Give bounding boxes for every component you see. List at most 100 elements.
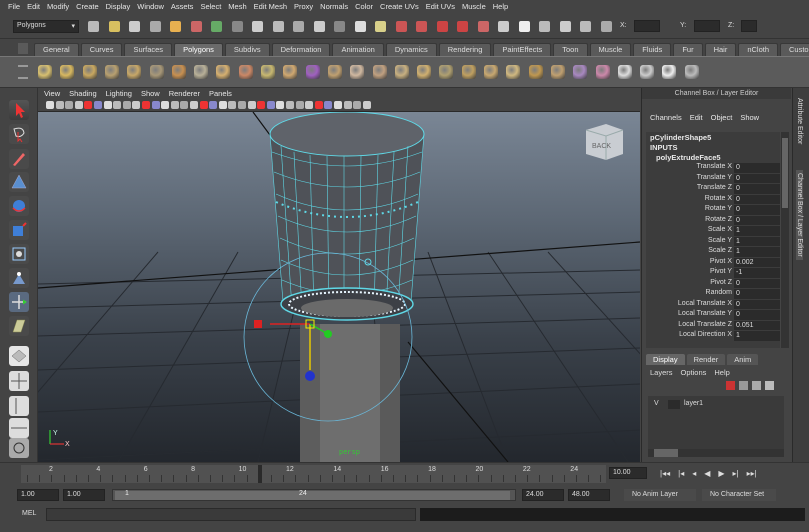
layer-visibility[interactable]: V	[654, 400, 659, 407]
uv-tool-icon[interactable]	[9, 316, 29, 336]
status-tool-icon[interactable]	[518, 21, 530, 32]
channel-row[interactable]: Rotate Y0	[646, 205, 780, 216]
status-tool-icon[interactable]	[272, 21, 284, 32]
manipulator-icon[interactable]	[9, 244, 29, 264]
shelf-tool-icon[interactable]	[350, 65, 365, 79]
viewport-tool-icon[interactable]	[295, 101, 304, 109]
viewport-tool-icon[interactable]	[209, 101, 218, 109]
layer-row[interactable]: V layer1	[648, 400, 784, 411]
menu-item[interactable]: Proxy	[294, 2, 313, 11]
shelf-tab[interactable]: General	[34, 43, 79, 56]
channel-menu-item[interactable]: Object	[711, 113, 733, 122]
viewport-tool-icon[interactable]	[151, 101, 160, 109]
viewport-tool-icon[interactable]	[324, 101, 333, 109]
status-tool-icon[interactable]	[498, 21, 509, 32]
layer-menu-item[interactable]: Layers	[650, 368, 673, 377]
shelf-tool-icon[interactable]	[171, 65, 186, 79]
channel-row[interactable]: Pivot Y -1	[646, 268, 780, 279]
shelf-tool-icon[interactable]	[640, 65, 655, 79]
status-tool-icon[interactable]	[395, 21, 407, 32]
channel-row[interactable]: Pivot X 0.002	[646, 257, 780, 269]
menu-item[interactable]: Edit Mesh	[254, 2, 287, 11]
shelf-tool-icon[interactable]	[261, 65, 275, 79]
channel-row[interactable]: Translate Z0	[646, 184, 780, 195]
channel-row[interactable]: Rotate Z0	[646, 215, 780, 227]
status-tool-icon[interactable]	[252, 21, 263, 32]
range-bar[interactable]: 1 24	[112, 489, 516, 501]
shelf-tool-icon[interactable]	[216, 65, 231, 79]
status-tool-icon[interactable]	[313, 21, 325, 32]
viewport-tool-icon[interactable]	[161, 101, 170, 109]
menu-item[interactable]: Window	[137, 2, 164, 11]
viewport-tool-icon[interactable]	[286, 101, 294, 109]
anim-layer-dropdown[interactable]: No Anim Layer	[624, 489, 696, 501]
status-tool-icon[interactable]	[580, 21, 591, 32]
view-cube[interactable]: BACK	[585, 124, 624, 160]
channel-scrollbar[interactable]	[781, 132, 789, 348]
viewport-menu-item[interactable]: Lighting	[106, 89, 132, 98]
shelf-tab[interactable]: Subdivs	[224, 43, 270, 56]
menu-item[interactable]: Select	[200, 2, 221, 11]
menu-item[interactable]: Assets	[171, 2, 194, 11]
shelf-tool-icon[interactable]	[394, 65, 409, 79]
play-forward-icon[interactable]: ▶	[718, 469, 724, 478]
status-tool-icon[interactable]	[88, 21, 99, 32]
shelf-tab[interactable]: Curves	[80, 43, 123, 56]
outliner-icon[interactable]	[9, 438, 29, 458]
status-tool-icon[interactable]	[211, 21, 222, 32]
channel-row[interactable]: Local Translate X0	[646, 299, 780, 311]
shelf-options-icon[interactable]	[18, 65, 28, 79]
layer-scrollbar[interactable]	[648, 449, 784, 457]
viewport-tool-icon[interactable]	[257, 101, 266, 109]
viewport-tool-icon[interactable]	[362, 101, 371, 109]
status-tool-icon[interactable]	[354, 21, 366, 32]
status-tool-icon[interactable]	[334, 21, 345, 32]
channel-value[interactable]: 0	[734, 173, 780, 183]
layer-name[interactable]: layer1	[684, 400, 703, 407]
status-tool-icon[interactable]	[457, 21, 468, 32]
channel-row[interactable]: Pivot Z0	[646, 278, 780, 290]
current-frame-field[interactable]: 10.00	[609, 467, 647, 479]
channel-row[interactable]: Translate Y0	[646, 173, 780, 185]
select-tool-icon[interactable]	[9, 100, 29, 120]
menu-item[interactable]: Help	[493, 2, 508, 11]
y-field[interactable]	[694, 20, 720, 32]
shelf-tab[interactable]: Hair	[704, 43, 737, 56]
status-tool-icon[interactable]	[190, 21, 202, 32]
channel-value[interactable]: 0	[734, 163, 780, 173]
status-tool-icon[interactable]	[149, 21, 161, 32]
anim-end-field[interactable]: 48.00	[568, 489, 610, 501]
go-to-end-icon[interactable]: ▸▸|	[747, 469, 757, 478]
paint-select-icon[interactable]	[9, 149, 29, 169]
status-tool-icon[interactable]	[436, 21, 448, 32]
viewport-menu-item[interactable]: View	[44, 89, 60, 98]
shelf-tab[interactable]: Custom	[780, 43, 809, 56]
viewport-tool-icon[interactable]	[190, 101, 198, 109]
channel-value[interactable]: 0.002	[734, 257, 780, 267]
layout-four-icon[interactable]	[9, 371, 29, 391]
shelf-tool-icon[interactable]	[238, 65, 253, 79]
anim-start-field[interactable]: 1.00	[17, 489, 59, 501]
menu-item[interactable]: Muscle	[462, 2, 486, 11]
channel-row[interactable]: Local Translate Z 0.051	[646, 320, 780, 332]
viewport-tool-icon[interactable]	[228, 101, 237, 109]
channel-row[interactable]: Random 0	[646, 289, 780, 300]
status-tool-icon[interactable]	[416, 21, 427, 32]
viewport-tool-icon[interactable]	[199, 101, 208, 109]
layer-tab[interactable]: Render	[686, 354, 726, 365]
viewport-tool-icon[interactable]	[343, 101, 352, 109]
layer-template-toggle[interactable]	[668, 400, 680, 409]
step-forward-icon[interactable]: ▸|	[733, 469, 739, 478]
viewport-tool-icon[interactable]	[334, 101, 342, 109]
viewport-tool-icon[interactable]	[65, 101, 74, 109]
go-to-start-icon[interactable]: |◂◂	[660, 469, 670, 478]
shelf-tool-icon[interactable]	[461, 65, 476, 79]
shelf-tool-icon[interactable]	[573, 65, 588, 79]
x-field[interactable]	[634, 20, 660, 32]
channel-value[interactable]: 0	[734, 289, 780, 299]
layer-tab[interactable]: Display	[646, 354, 685, 365]
status-tool-icon[interactable]	[559, 21, 571, 32]
channel-value[interactable]: 1	[734, 331, 780, 341]
viewport-tool-icon[interactable]	[94, 101, 102, 109]
viewport-menu-item[interactable]: Panels	[209, 89, 232, 98]
